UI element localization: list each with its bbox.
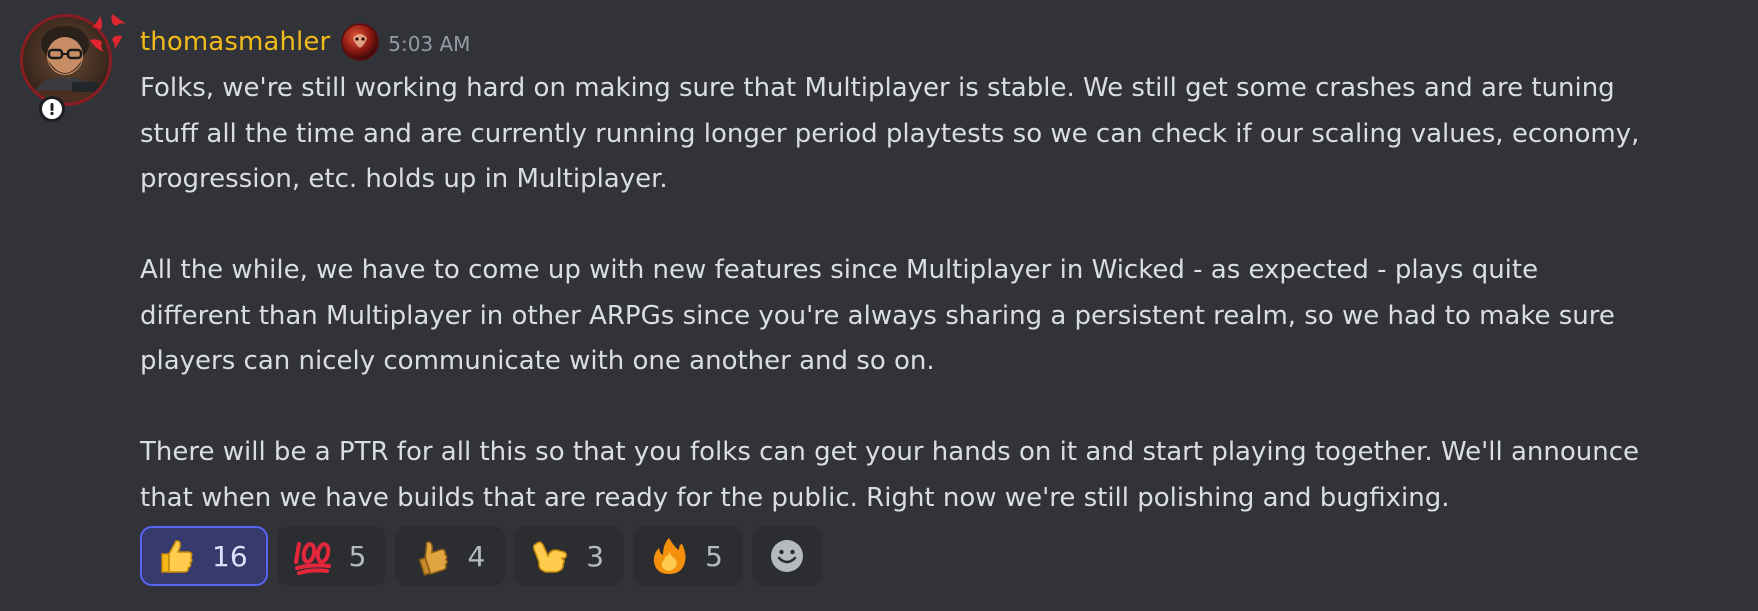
message-header: thomasmahler 5:03 AM <box>140 22 470 62</box>
chat-message: thomasmahler 5:03 AM Folks, we're still … <box>0 0 1758 611</box>
reaction-count: 4 <box>467 539 486 573</box>
reactions-bar: 16 5 4 3 5 <box>140 526 822 586</box>
message-line: All the while, we have to come up with n… <box>140 255 1539 285</box>
message-line: stuff all the time and are currently run… <box>140 118 1640 149</box>
message-line: different than Multiplayer in other ARPG… <box>140 300 1615 331</box>
smiley-icon <box>770 540 803 572</box>
reaction-call-me-hand[interactable]: 3 <box>514 526 625 586</box>
do-not-disturb-icon <box>50 103 54 116</box>
message-line: that when we have builds that are ready … <box>140 482 1450 513</box>
message-line: There will be a PTR for all this so that… <box>140 437 1640 467</box>
avatar-container[interactable] <box>20 14 126 122</box>
reaction-count: 5 <box>348 539 367 573</box>
username[interactable]: thomasmahler <box>140 27 330 57</box>
message-line: progression, etc. holds up in Multiplaye… <box>140 164 668 194</box>
fire-icon <box>653 538 686 574</box>
reaction-thumbs-up-tan[interactable]: 4 <box>395 526 506 586</box>
reaction-hundred-points[interactable]: 5 <box>276 526 387 586</box>
message-timestamp[interactable]: 5:03 AM <box>388 32 470 56</box>
thumbs-up-tan-icon <box>419 541 449 576</box>
message-line: players can nicely communicate with one … <box>140 346 935 376</box>
hundred-points-icon <box>293 542 331 575</box>
add-reaction-button[interactable] <box>751 526 822 586</box>
role-icon[interactable] <box>340 22 380 62</box>
reaction-count: 16 <box>212 539 248 573</box>
thumbs-up-icon <box>161 540 193 573</box>
message-content: Folks, we're still working hard on makin… <box>140 66 1740 521</box>
reaction-count: 3 <box>586 539 605 573</box>
reaction-thumbs-up[interactable]: 16 <box>140 526 268 586</box>
reaction-fire[interactable]: 5 <box>633 526 743 586</box>
status-badge <box>39 96 65 122</box>
message-line: Folks, we're still working hard on makin… <box>140 73 1615 103</box>
reaction-count: 5 <box>705 539 723 573</box>
anger-symbol-icon <box>90 14 126 52</box>
call-me-hand-icon <box>533 541 568 573</box>
